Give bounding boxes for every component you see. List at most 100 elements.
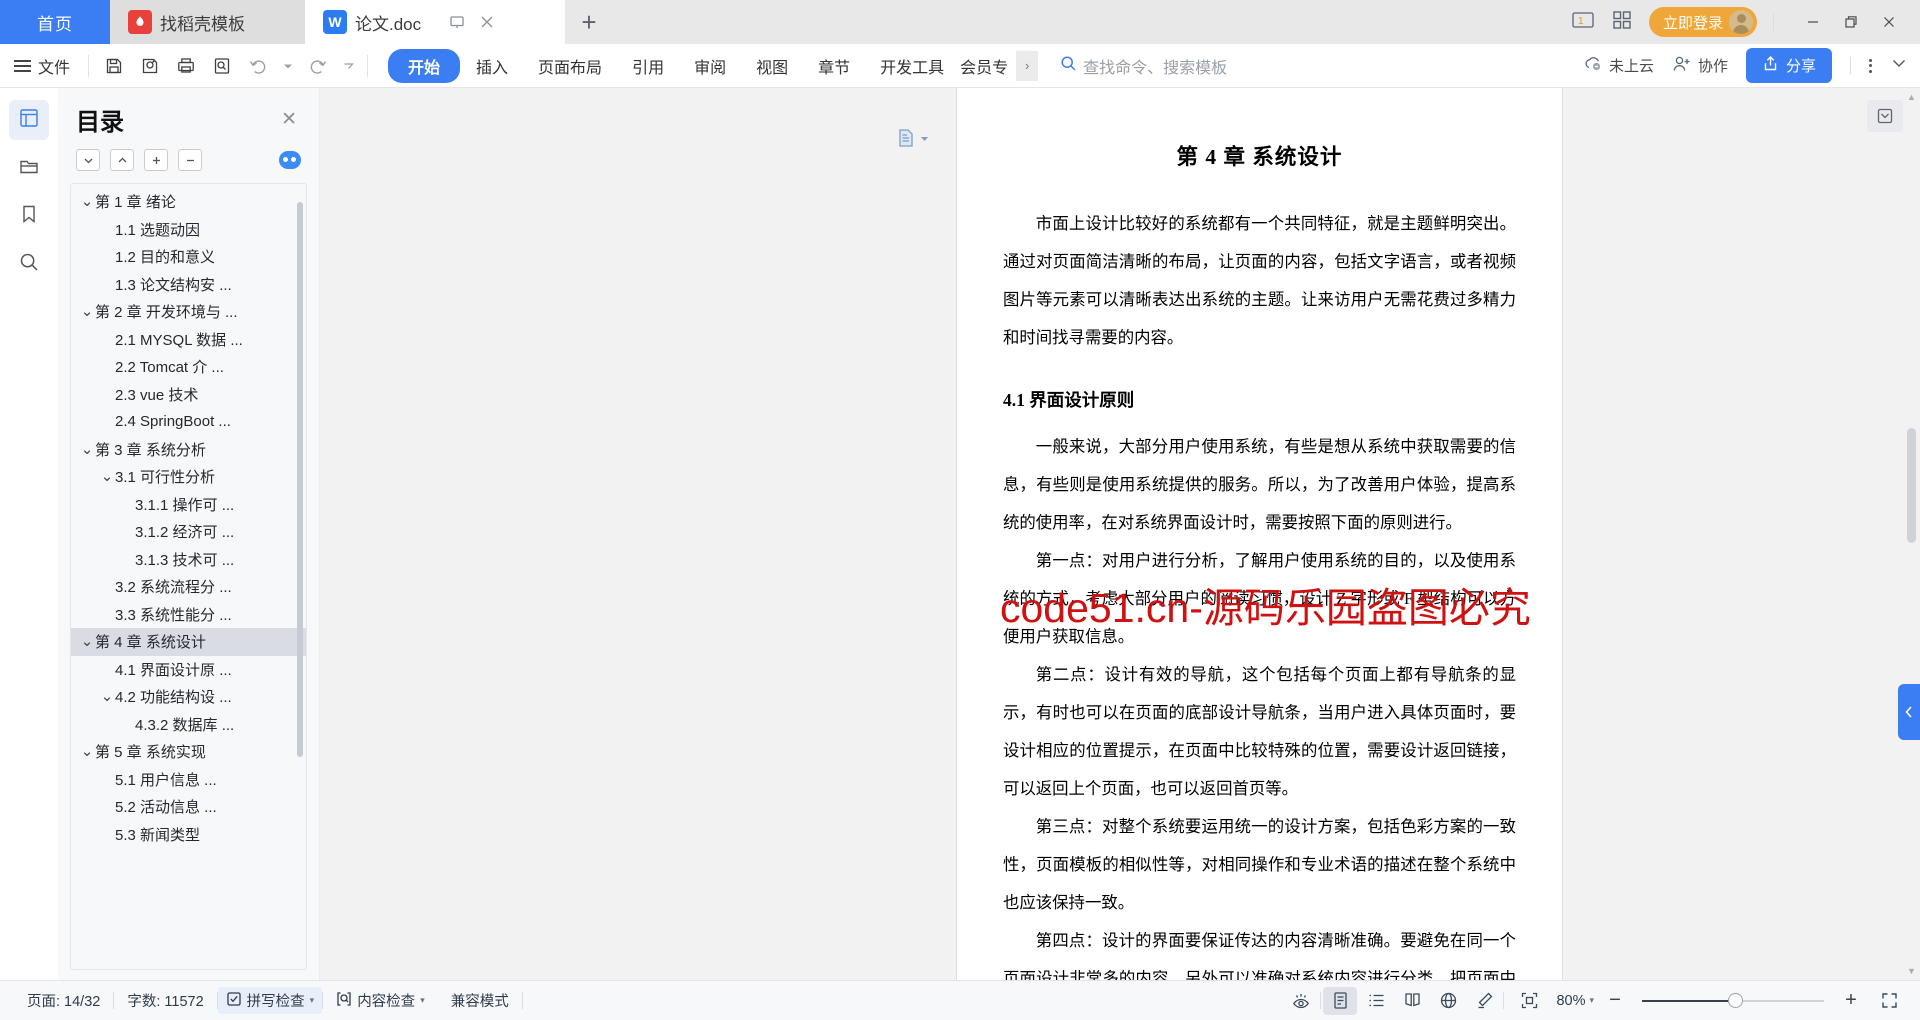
ribbon-more-tabs-button[interactable]: › [1016, 50, 1039, 81]
zoom-in-button[interactable]: + [1840, 989, 1862, 1012]
tab-start[interactable]: 开始 [388, 48, 461, 83]
share-button[interactable]: 分享 [1745, 48, 1832, 83]
tab-member-zone[interactable]: 会员专 [960, 49, 1014, 83]
restore-button[interactable] [1834, 7, 1868, 37]
compat-mode[interactable]: 兼容模式 [438, 990, 522, 1011]
tab-developer-tools[interactable]: 开发工具 [866, 49, 958, 83]
save-icon[interactable] [97, 50, 131, 82]
login-button[interactable]: 立即登录 [1648, 7, 1757, 37]
undo-icon[interactable] [241, 50, 275, 82]
outline-node[interactable]: ⌄ 4.2 功能结构设 ... [71, 683, 306, 711]
chevron-down-icon[interactable]: ⌄ [79, 442, 95, 457]
undo-dropdown-icon[interactable] [277, 50, 299, 82]
outline-node[interactable]: ⌄3.1.3 技术可 ... [71, 546, 306, 574]
outline-node[interactable]: ⌄5.2 活动信息 ... [71, 793, 306, 821]
save-as-icon[interactable] [133, 50, 167, 82]
new-tab-button[interactable]: + [565, 0, 613, 44]
tab-docer-template[interactable]: 找稻壳模板 [110, 0, 305, 44]
outline-node[interactable]: ⌄4.3.2 数据库 ... [71, 711, 306, 739]
close-button[interactable] [1872, 7, 1906, 37]
content-check-button[interactable]: 内容检查 ▾ [323, 990, 438, 1011]
outline-node[interactable]: ⌄2.3 vue 技术 [71, 381, 306, 409]
outline-node[interactable]: ⌄2.1 MYSQL 数据 ... [71, 326, 306, 354]
outline-node[interactable]: ⌄ 第 5 章 系统实现 [71, 738, 306, 766]
tab-references[interactable]: 引用 [618, 49, 678, 83]
outline-node[interactable]: ⌄5.3 新闻类型 [71, 821, 306, 849]
tab-view[interactable]: 视图 [742, 49, 802, 83]
zoom-slider[interactable] [1642, 993, 1824, 1008]
spell-check-button[interactable]: 拼写检查 ▾ [217, 987, 323, 1014]
close-outline-icon[interactable]: ✕ [275, 106, 303, 133]
chevron-down-icon[interactable]: ⌄ [99, 469, 115, 484]
document-scrollbar[interactable] [1907, 98, 1916, 980]
page-layout-indicator[interactable] [897, 128, 929, 148]
outline-node[interactable]: ⌄4.1 界面设计原 ... [71, 656, 306, 684]
outline-node[interactable]: ⌄1.2 目的和意义 [71, 243, 306, 271]
tab-page-layout[interactable]: 页面布局 [524, 49, 616, 83]
outline-node[interactable]: ⌄ 第 3 章 系统分析 [71, 436, 306, 464]
reading-view-button[interactable] [1395, 987, 1429, 1015]
more-options-icon[interactable] [1869, 58, 1872, 73]
collapse-up-icon[interactable] [110, 149, 134, 171]
page-view-button[interactable] [1323, 986, 1358, 1015]
fit-page-button[interactable] [1512, 987, 1546, 1015]
print-preview-icon[interactable] [205, 50, 239, 82]
outline-node[interactable]: ⌄1.1 选题动因 [71, 216, 306, 244]
outline-node[interactable]: ⌄2.2 Tomcat 介 ... [71, 353, 306, 381]
tab-count-icon[interactable]: 1 [1571, 10, 1595, 35]
document-page[interactable]: 第 4 章 系统设计 市面上设计比较好的系统都有一个共同特征，就是主题鲜明突出。… [899, 88, 1562, 980]
panel-collapse-button[interactable] [1867, 100, 1903, 132]
eye-care-mode-button[interactable] [1284, 987, 1318, 1015]
sidebar-item-outline[interactable] [9, 100, 49, 140]
sidebar-item-files[interactable] [9, 148, 49, 188]
tab-section[interactable]: 章节 [804, 49, 864, 83]
customize-toolbar-icon[interactable] [337, 50, 359, 82]
zoom-out-button[interactable]: − [1604, 989, 1626, 1012]
chevron-down-icon[interactable]: ⌄ [99, 689, 115, 704]
chevron-down-icon[interactable]: ⌄ [79, 194, 95, 209]
file-menu-button[interactable]: 文件 [14, 54, 80, 78]
page-indicator[interactable]: 页面: 14/32 [14, 990, 113, 1011]
writing-view-button[interactable] [1467, 987, 1501, 1015]
collaborate-button[interactable]: 协作 [1672, 55, 1728, 77]
tab-review[interactable]: 审阅 [680, 49, 740, 83]
sidebar-item-search[interactable] [9, 244, 49, 284]
collapse-all-icon[interactable] [178, 149, 202, 171]
scroll-down-arrow-icon[interactable]: ▼ [1906, 966, 1917, 976]
outline-node[interactable]: ⌄1.3 论文结构安 ... [71, 271, 306, 299]
chevron-down-icon[interactable]: ⌄ [79, 634, 95, 649]
zoom-slider-knob[interactable] [1728, 993, 1743, 1008]
chevron-down-icon[interactable]: ⌄ [79, 304, 95, 319]
tab-home[interactable]: 首页 [0, 0, 110, 44]
fullscreen-button[interactable] [1872, 987, 1906, 1015]
cloud-status[interactable]: 未上云 [1583, 55, 1654, 76]
outline-tree[interactable]: ⌄第 1 章 绪论⌄1.1 选题动因⌄1.2 目的和意义⌄1.3 论文结构安 .… [70, 183, 307, 970]
minimize-button[interactable] [1796, 7, 1830, 37]
command-search[interactable]: 查找命令、搜索模板 [1060, 54, 1227, 78]
tab-document-lunwen[interactable]: W 论文.doc [305, 0, 565, 44]
tab-insert[interactable]: 插入 [462, 49, 522, 83]
expand-all-icon[interactable] [144, 149, 168, 171]
app-grid-icon[interactable] [1611, 9, 1633, 36]
word-count[interactable]: 字数: 11572 [114, 990, 216, 1011]
outline-node[interactable]: ⌄ 第 2 章 开发环境与 ... [71, 298, 306, 326]
collapse-ribbon-icon[interactable] [1890, 54, 1908, 77]
outline-node[interactable]: ⌄3.1.1 操作可 ... [71, 491, 306, 519]
scroll-up-arrow-icon[interactable]: ▲ [1906, 92, 1917, 102]
outline-scrollbar[interactable] [297, 202, 303, 757]
outline-view-button[interactable] [1359, 987, 1393, 1015]
outline-node[interactable]: ⌄ 第 4 章 系统设计 [71, 628, 306, 656]
close-tab-icon[interactable] [479, 14, 495, 30]
outline-node[interactable]: ⌄3.2 系统流程分 ... [71, 573, 306, 601]
outline-node[interactable]: ⌄3.3 系统性能分 ... [71, 601, 306, 629]
outline-node[interactable]: ⌄2.4 SpringBoot ... [71, 408, 306, 436]
detach-tab-icon[interactable] [449, 14, 465, 30]
web-view-button[interactable] [1431, 987, 1465, 1015]
scrollbar-thumb[interactable] [1907, 428, 1916, 543]
expand-down-icon[interactable] [76, 149, 100, 171]
outline-node[interactable]: ⌄ 3.1 可行性分析 [71, 463, 306, 491]
redo-icon[interactable] [301, 50, 335, 82]
outline-toggle-eye-icon[interactable] [279, 151, 301, 169]
print-icon[interactable] [169, 50, 203, 82]
outline-node[interactable]: ⌄3.1.2 经济可 ... [71, 518, 306, 546]
